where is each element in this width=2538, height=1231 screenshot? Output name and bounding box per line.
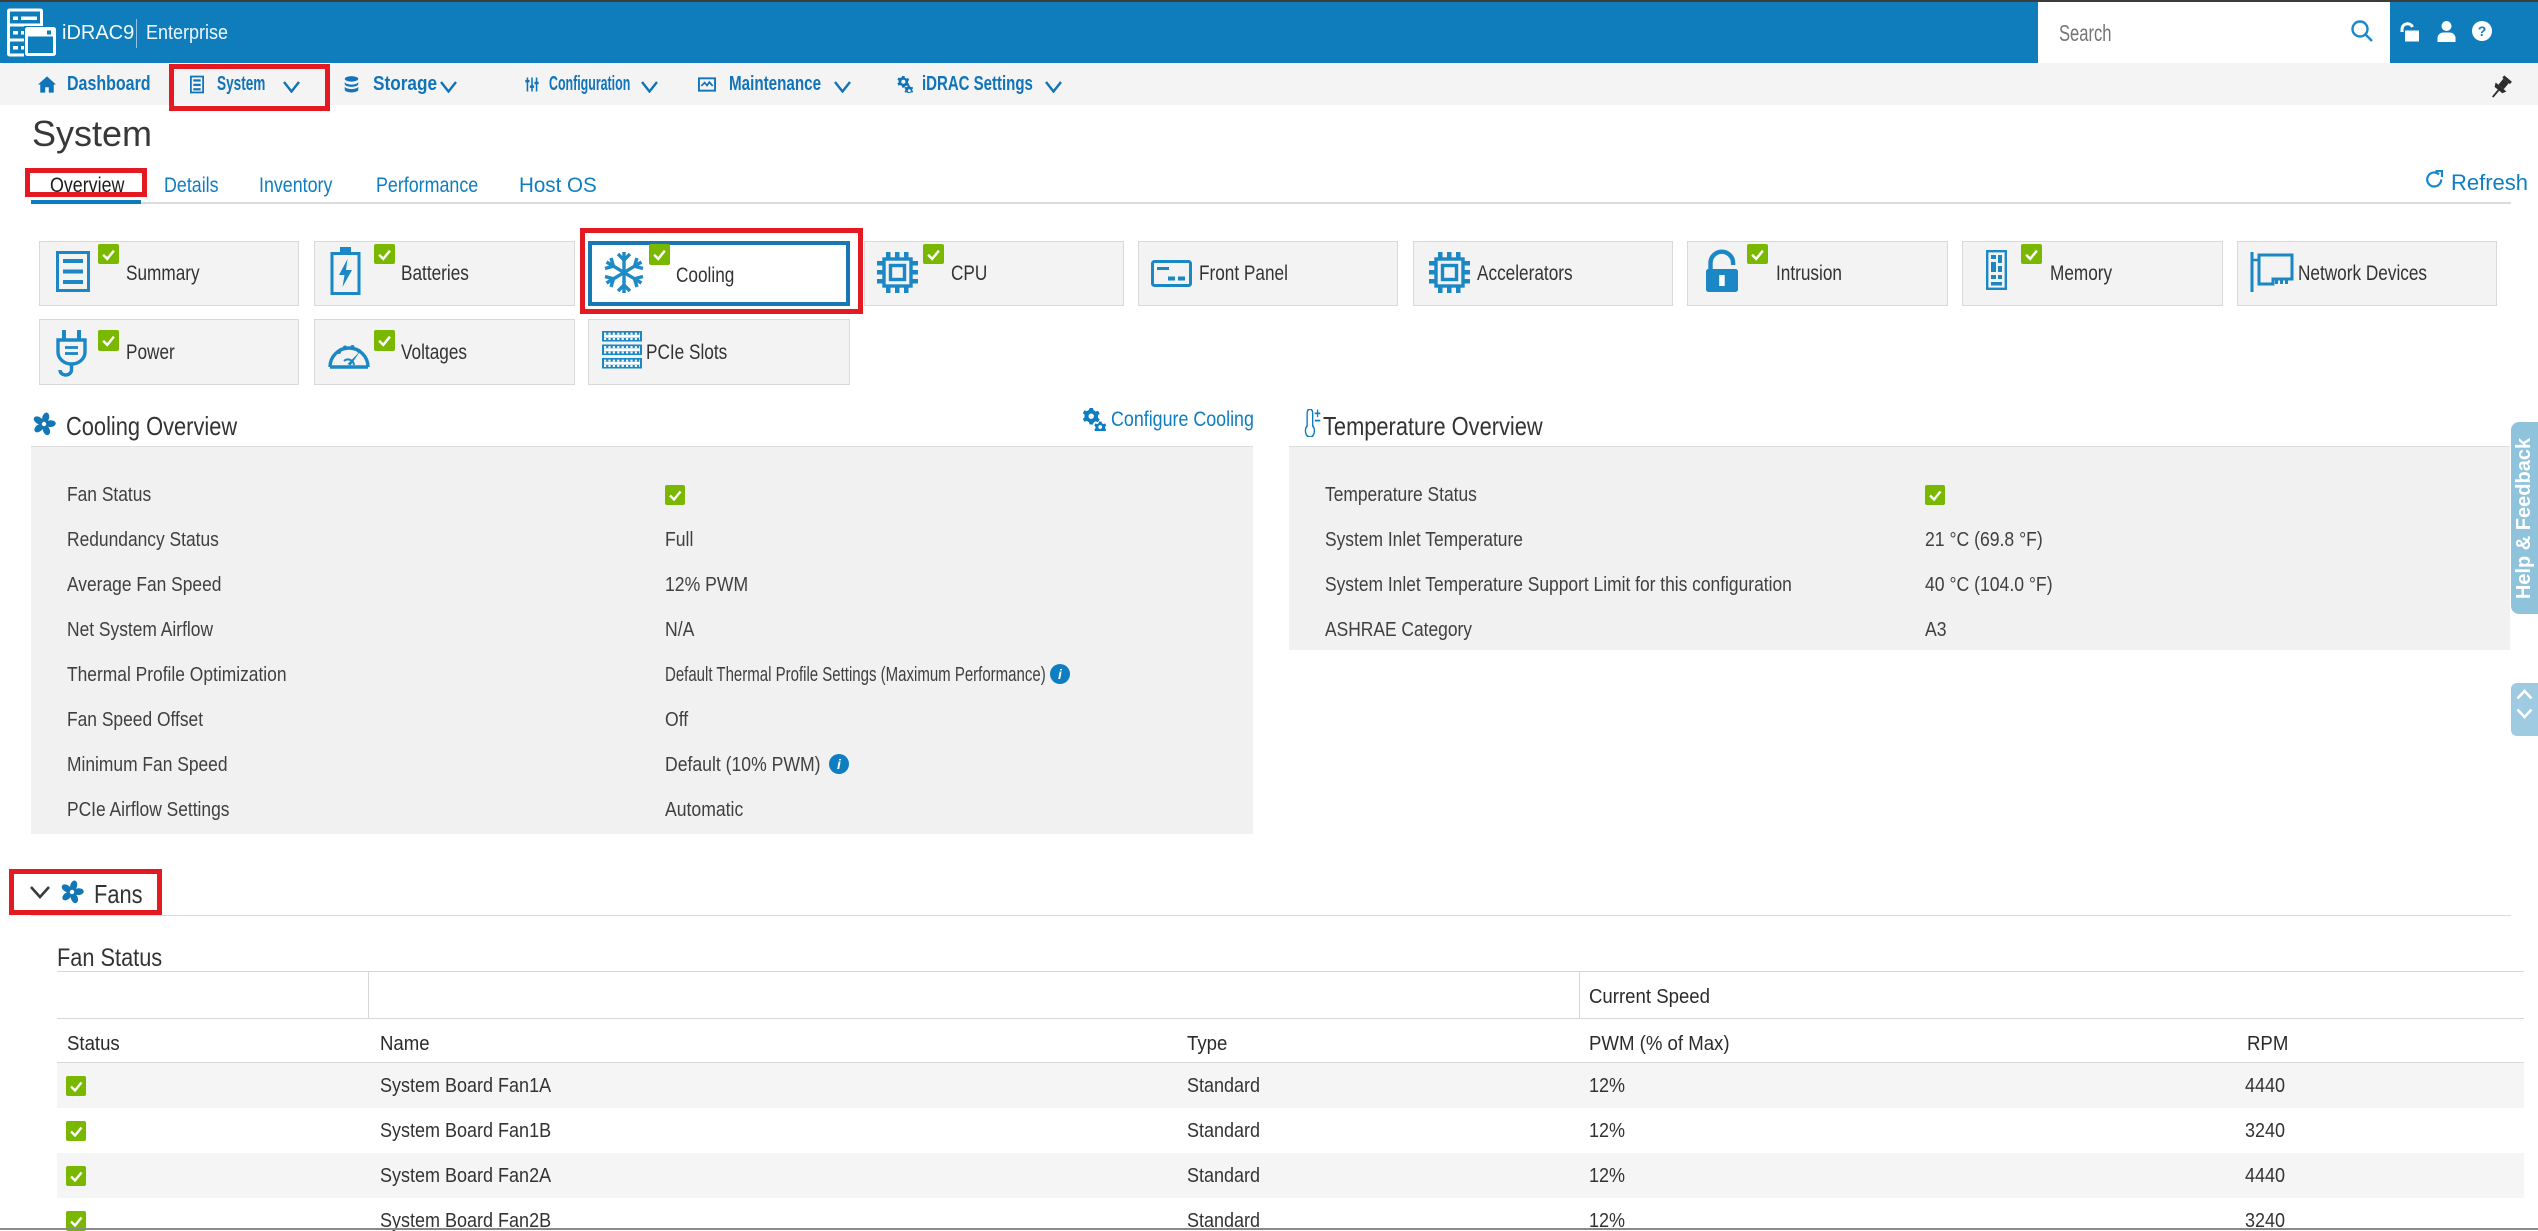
svg-text:?: ? xyxy=(2478,23,2487,39)
